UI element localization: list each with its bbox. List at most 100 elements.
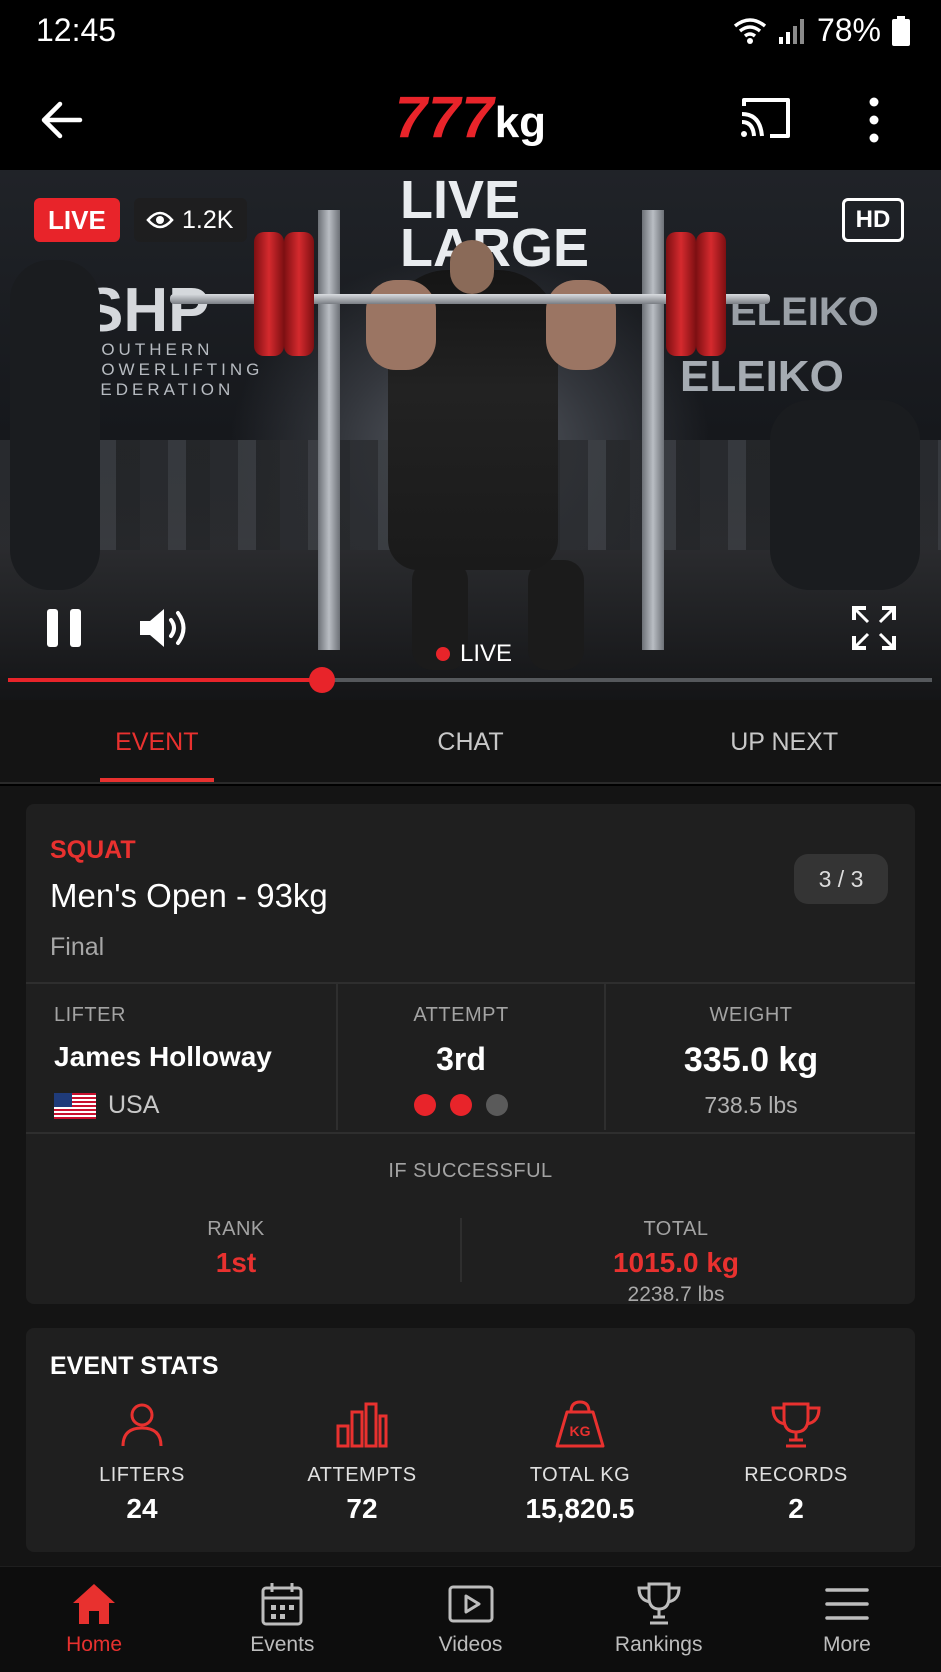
battery-icon	[892, 15, 910, 46]
video-progress-fill	[8, 678, 323, 682]
event-content: SQUAT Men's Open - 93kg Final 3 / 3 LIFT…	[0, 786, 941, 1566]
bar-chart-icon	[336, 1402, 388, 1448]
eye-icon	[146, 211, 174, 229]
tab-event[interactable]: EVENT	[0, 700, 314, 782]
stat-attempts: ATTEMPTS 72	[262, 1400, 462, 1525]
nav-events-label: Events	[250, 1633, 315, 1656]
trophy-icon	[771, 1402, 821, 1448]
video-lifter-leg-right	[528, 560, 584, 670]
quality-button[interactable]: HD	[842, 198, 904, 242]
attempt-dot	[450, 1094, 472, 1116]
pause-icon[interactable]	[44, 606, 84, 650]
video-plate	[254, 232, 284, 356]
weight-lbs: 738.5 lbs	[704, 1092, 798, 1118]
backdrop-eleiko-2: ELEIKO	[680, 352, 844, 401]
nav-rankings-label: Rankings	[614, 1633, 703, 1656]
live-indicator: LIVE	[436, 640, 512, 668]
live-dot	[436, 647, 450, 661]
live-indicator-label: LIVE	[460, 640, 513, 667]
trophy-icon	[637, 1582, 681, 1625]
lifter-info: LIFTER James Holloway USA	[54, 1004, 272, 1120]
bottom-navigation: Home Events Videos Rankings More	[0, 1566, 941, 1672]
kettlebell-icon: KG	[555, 1400, 605, 1448]
round-badge: 3 / 3	[794, 854, 888, 904]
status-time: 12:45	[36, 12, 117, 48]
viewer-count: 1.2K	[134, 198, 248, 242]
status-bar: 12:45 78%	[0, 0, 941, 70]
stat-attempts-value: 72	[346, 1493, 378, 1524]
lifter-country: USA	[54, 1091, 272, 1120]
divider	[460, 1218, 462, 1282]
nav-home[interactable]: Home	[0, 1567, 188, 1672]
kettlebell-icon-text: KG	[570, 1423, 591, 1439]
logo-unit: kg	[494, 98, 547, 147]
attempt-value: 3rd	[436, 1041, 486, 1077]
stat-records: RECORDS 2	[696, 1400, 896, 1525]
stat-lifters: LIFTERS 24	[42, 1400, 242, 1525]
divider	[26, 982, 915, 984]
video-progress-thumb[interactable]	[309, 667, 336, 693]
nav-home-label: Home	[66, 1633, 123, 1656]
status-icons: 78%	[733, 12, 911, 49]
video-progress-bar[interactable]	[8, 667, 932, 693]
projected-total: TOTAL 1015.0 kg 2238.7 lbs	[526, 1218, 826, 1307]
person-icon	[121, 1403, 163, 1447]
nav-videos[interactable]: Videos	[376, 1567, 564, 1672]
volume-icon[interactable]	[136, 604, 192, 652]
nav-videos-label: Videos	[438, 1633, 503, 1656]
video-spotter-left	[10, 260, 100, 590]
total-kg: 1015.0 kg	[612, 1247, 740, 1278]
video-rack-right	[642, 210, 664, 650]
video-plate	[666, 232, 696, 356]
weight-kg: 335.0 kg	[683, 1041, 819, 1079]
logo-number: 777	[394, 85, 495, 150]
event-header: SQUAT Men's Open - 93kg Final	[50, 836, 328, 962]
battery-percent: 78%	[816, 12, 881, 48]
stat-lifters-value: 24	[126, 1493, 158, 1524]
weight-info: WEIGHT 335.0 kg 738.5 lbs	[606, 1004, 896, 1119]
menu-icon	[825, 1588, 869, 1620]
rank-label: RANK	[207, 1218, 265, 1240]
stat-lifters-label: LIFTERS	[99, 1464, 185, 1486]
nav-events[interactable]: Events	[188, 1567, 376, 1672]
video-lifter-head	[450, 240, 494, 294]
total-label: TOTAL	[643, 1218, 709, 1240]
tab-bar: EVENT CHAT UP NEXT	[0, 700, 941, 784]
nav-rankings[interactable]: Rankings	[565, 1567, 753, 1672]
wifi-icon	[733, 17, 767, 44]
stat-total-kg: KG TOTAL KG 15,820.5	[480, 1400, 680, 1525]
backdrop-shp-logo: SHP	[82, 276, 210, 345]
stat-records-value: 2	[788, 1493, 804, 1524]
nav-more[interactable]: More	[753, 1567, 941, 1672]
video-plate	[284, 232, 314, 356]
more-vert-icon[interactable]	[862, 94, 886, 146]
event-type: SQUAT	[50, 836, 136, 864]
event-title: Men's Open - 93kg	[50, 877, 328, 914]
event-card: SQUAT Men's Open - 93kg Final 3 / 3 LIFT…	[26, 804, 915, 1307]
video-player[interactable]: LIVE LARGE SHP SOUTHERN POWERLIFTING FED…	[0, 170, 941, 700]
if-successful-label: IF SUCCESSFUL	[388, 1160, 553, 1182]
video-spotter-right	[770, 400, 920, 590]
attempt-dot	[414, 1094, 436, 1116]
event-stats-title: EVENT STATS	[50, 1352, 219, 1380]
video-plate	[696, 232, 726, 356]
country-name: USA	[108, 1091, 160, 1119]
event-stats-card: EVENT STATS LIFTERS 24 ATTEMPTS 72 KG TO…	[26, 1328, 915, 1552]
projected-rank: RANK 1st	[116, 1218, 356, 1279]
attempt-dot	[486, 1094, 508, 1116]
backdrop-banner: LIVE LARGE	[400, 170, 589, 278]
stat-attempts-label: ATTEMPTS	[307, 1464, 417, 1486]
app-bar: 777kg	[0, 70, 941, 170]
rank-value: 1st	[215, 1247, 257, 1278]
calendar-icon	[261, 1583, 303, 1626]
lifter-name[interactable]: James Holloway	[54, 1041, 272, 1073]
tab-up-next[interactable]: UP NEXT	[627, 700, 941, 782]
lifter-label: LIFTER	[54, 1004, 126, 1026]
cast-icon[interactable]	[738, 94, 794, 142]
fullscreen-icon[interactable]	[850, 604, 898, 652]
play-icon	[448, 1585, 493, 1623]
attempt-label: ATTEMPT	[413, 1004, 509, 1026]
live-badge: LIVE	[34, 198, 120, 242]
tab-chat[interactable]: CHAT	[314, 700, 628, 782]
stat-total-kg-label: TOTAL KG	[529, 1464, 631, 1486]
